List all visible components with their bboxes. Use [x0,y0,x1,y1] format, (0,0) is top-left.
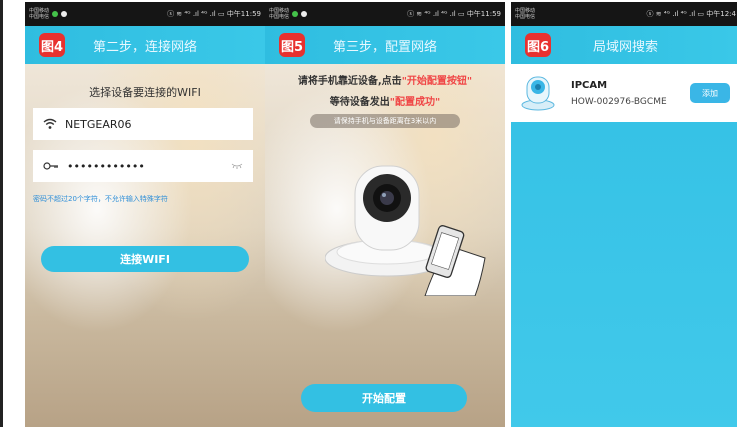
phone-screen-step3: 中国移动 中国电信 ⓢ ≋ ⁴ᴳ .ıl ⁴ᴳ .ıl ▭ 中午11:59 图5… [265,2,505,427]
wifi-select-heading: 选择设备要连接的WIFI [89,86,201,99]
ip-camera-icon [521,76,555,111]
figure-badge: 图6 [525,33,551,57]
status-icons: ⓢ ≋ ⁴ᴳ .ıl ⁴ᴳ .ıl ▭ [646,10,705,18]
eye-closed-icon[interactable] [231,163,243,169]
password-field[interactable]: •••••••••••• [33,150,253,182]
wifi-ssid-field[interactable]: NETGEAR06 [33,108,253,140]
device-name: IPCAM [571,79,608,91]
wifi-icon [43,118,57,129]
camera-and-phone-illustration [325,165,486,296]
password-value: •••••••••••• [67,159,145,173]
phone-screen-lan-search: 中国移动 中国电信 ⓢ ≋ ⁴ᴳ .ıl ⁴ᴳ .ıl ▭ 中午12:4 图6 … [511,2,737,427]
search-background [511,122,737,427]
title-bar: 图5 第三步，配置网络 [265,26,505,64]
figure-badge: 图4 [39,33,65,57]
status-icons: ⓢ ≋ ⁴ᴳ .ıl ⁴ᴳ .ıl ▭ [167,10,225,18]
instruction-line-2: 等待设备发出"配置成功" [265,93,505,108]
device-list-item[interactable]: IPCAM HOW-002976-BGCME 添加 [511,64,737,122]
clock: 中午11:59 [226,10,261,18]
key-icon [43,162,58,170]
chat-icon [61,11,68,17]
status-bar: 中国移动 中国电信 ⓢ ≋ ⁴ᴳ .ıl ⁴ᴳ .ıl ▭ 中午12:4 [511,2,737,26]
status-bar: 中国移动 中国电信 ⓢ ≋ ⁴ᴳ .ıl ⁴ᴳ .ıl ▭ 中午11:59 [25,2,265,26]
distance-tip: 请保持手机与设备距离在3米以内 [310,114,460,128]
instruction-highlight: "配置成功" [389,97,441,108]
title-bar: 图4 第二步，连接网络 [25,26,265,64]
password-hint: 密码不超过20个字符，不允许输入特殊字符 [33,195,168,203]
start-config-button[interactable]: 开始配置 [301,384,467,412]
clock: 中午11:59 [466,10,501,18]
app-status-icon [292,11,299,17]
wifi-ssid-value: NETGEAR06 [65,117,132,131]
carrier-label: 中国移动 中国电信 [29,8,50,20]
app-status-icon [52,11,59,17]
screenshot-frame: 中国移动 中国电信 ⓢ ≋ ⁴ᴳ .ıl ⁴ᴳ .ıl ▭ 中午11:59 图4… [0,0,737,427]
instruction-highlight: "开始配置按钮" [401,76,473,87]
instruction-text: 请将手机靠近设备,点击 [297,76,402,87]
connect-wifi-button[interactable]: 连接WIFI [41,246,249,272]
instruction-text: 等待设备发出 [329,97,390,108]
add-device-button[interactable]: 添加 [690,83,730,103]
status-icons: ⓢ ≋ ⁴ᴳ .ıl ⁴ᴳ .ıl ▭ [407,10,465,18]
carrier-label: 中国移动 中国电信 [515,8,536,20]
chat-icon [301,11,308,17]
clock: 中午12:4 [706,10,736,18]
figure-badge: 图5 [279,33,305,57]
phone-screen-step2: 中国移动 中国电信 ⓢ ≋ ⁴ᴳ .ıl ⁴ᴳ .ıl ▭ 中午11:59 图4… [25,2,265,427]
title-bar: 图6 局域网搜索 [511,26,737,64]
status-bar: 中国移动 中国电信 ⓢ ≋ ⁴ᴳ .ıl ⁴ᴳ .ıl ▭ 中午11:59 [265,2,505,26]
carrier-label: 中国移动 中国电信 [269,8,290,20]
device-id: HOW-002976-BGCME [571,96,667,107]
instruction-line-1: 请将手机靠近设备,点击"开始配置按钮" [265,72,505,87]
